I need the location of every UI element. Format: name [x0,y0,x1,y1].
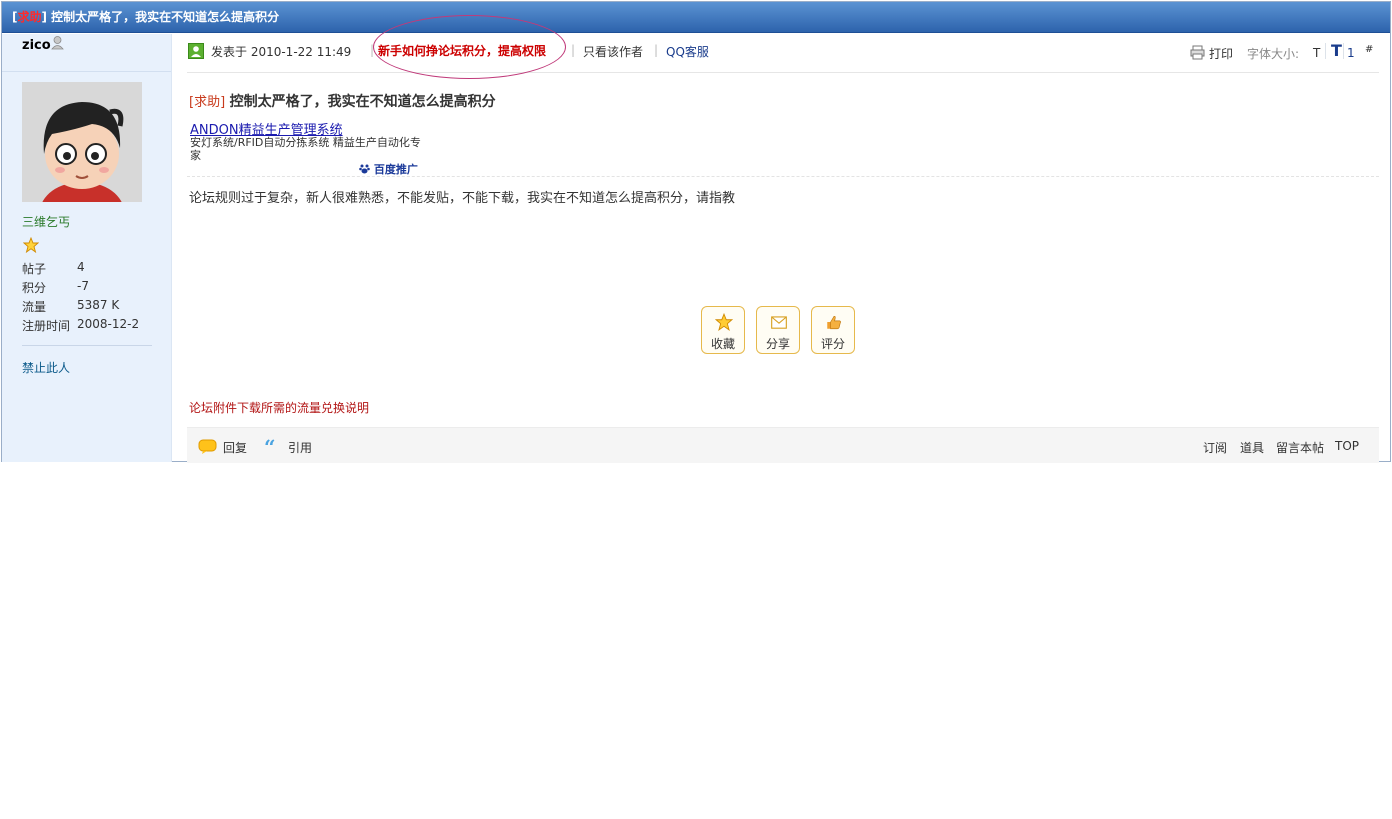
author-username[interactable]: zico [22,38,51,53]
post-container: [求助] 控制太严格了，我实在不知道怎么提高积分 zico 三维乞丐 帖子 4 … [1,1,1391,463]
ad-description: 安灯系统/RFID自动分拣系统 精益生产自动化专家 [190,136,421,162]
post-content: 论坛规则过于复杂，新人很难熟悉，不能发贴，不能下载，我实在不知道怎么提高积分，请… [189,191,736,206]
envelope-icon [771,316,787,329]
print-link[interactable]: 打印 [1209,45,1233,62]
font-large-button[interactable]: T [1331,41,1342,60]
font-small-button[interactable]: T [1313,46,1320,60]
floor-hash: # [1365,44,1374,55]
reply-icon [198,439,217,454]
post-footer: 回复 “ 引用 订阅 道具 留言本帖 TOP [187,427,1379,463]
stat-posts: 帖子 4 [22,260,85,276]
only-author-link[interactable]: 只看该作者 [583,43,643,60]
traffic-exchange-notice-link[interactable]: 论坛附件下载所需的流量兑换说明 [189,399,369,416]
post-author-icon [188,43,204,59]
author-sidebar: zico 三维乞丐 帖子 4 积分 -7 流量 5387 K 注册时间 2008… [2,34,172,462]
baidu-promo[interactable]: 百度推广 [359,161,418,177]
stat-register-date: 注册时间 2008-12-2 [22,317,140,333]
author-rank: 三维乞丐 [22,215,71,229]
floor-number[interactable]: 1 [1347,46,1355,60]
post-main: 发表于 2010-1-22 11:49 | 新手如何挣论坛积分，提高权限 | 只… [187,15,1379,463]
tools-link[interactable]: 道具 [1240,439,1264,456]
reply-button[interactable]: 回复 [223,439,247,456]
share-button[interactable]: 分享 [756,306,800,354]
baidu-paw-icon [359,164,370,174]
rate-button[interactable]: 评分 [811,306,855,354]
favorite-button[interactable]: 收藏 [701,306,745,354]
qq-service-link[interactable]: QQ客服 [666,43,709,60]
post-date: 发表于 2010-1-22 11:49 [211,45,352,59]
font-size-label: 字体大小: [1247,47,1300,61]
thread-tag: 求助 [17,10,42,24]
post-meta-bar: 发表于 2010-1-22 11:49 | 新手如何挣论坛积分，提高权限 | 只… [187,15,1379,79]
quote-button[interactable]: 引用 [288,439,312,456]
thread-title-bar: [求助] 控制太严格了，我实在不知道怎么提高积分 [2,2,1390,33]
star-icon [715,313,733,331]
offline-status-icon [51,36,64,50]
thumbs-up-icon [827,315,841,330]
quote-icon: “ [264,435,276,459]
highlight-ellipse [373,15,566,79]
star-icon [23,237,39,253]
subscribe-link[interactable]: 订阅 [1203,439,1227,456]
top-link[interactable]: TOP [1335,439,1359,453]
ban-user-link[interactable]: 禁止此人 [22,359,70,376]
stat-points: 积分 -7 [22,279,89,295]
comment-link[interactable]: 留言本帖 [1276,439,1324,456]
stat-traffic: 流量 5387 K [22,298,120,314]
author-avatar[interactable] [22,82,142,202]
printer-icon[interactable] [1190,45,1205,60]
thread-title: 控制太严格了，我实在不知道怎么提高积分 [51,10,280,24]
post-subject: [求助] 控制太严格了，我实在不知道怎么提高积分 [189,94,496,110]
